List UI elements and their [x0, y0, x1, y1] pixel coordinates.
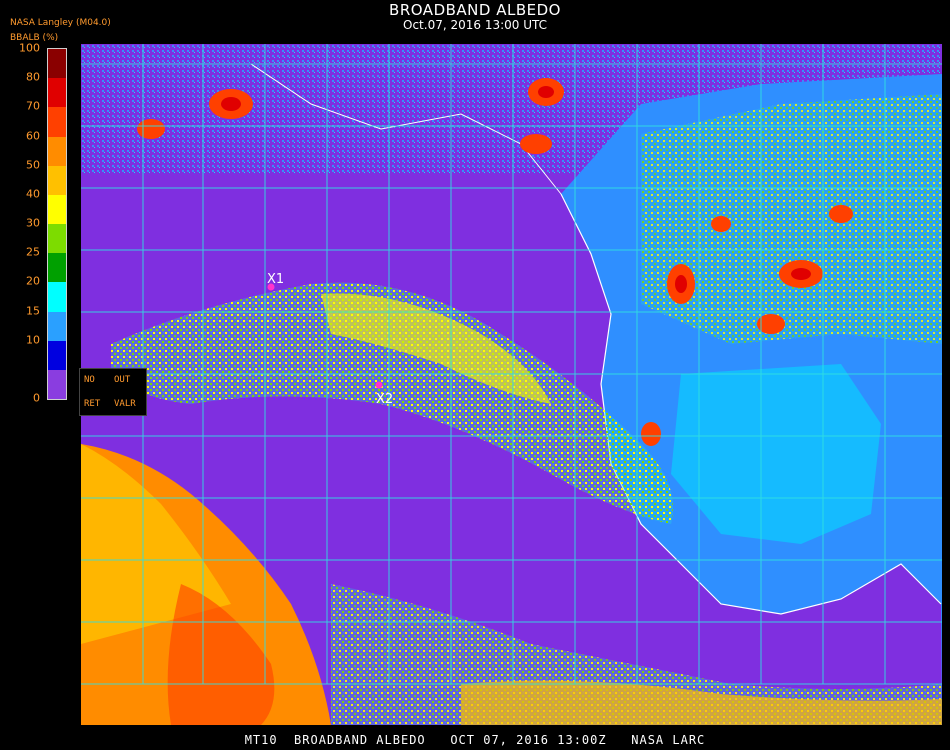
colorbar [47, 48, 67, 400]
legend-valr: VALR [114, 399, 136, 409]
marker-x2-dot [375, 381, 383, 389]
colorbar-tick-label: 30 [26, 216, 40, 230]
colorbar-ticks: 100 80 70 60 50 40 30 25 20 15 10 0 [0, 42, 44, 405]
colorbar-tick-label: 0 [33, 391, 40, 405]
colorbar-tick-label: 60 [26, 129, 40, 142]
colorbar-segment [48, 224, 66, 254]
colorbar-tick-label: 80 [26, 70, 40, 84]
colorbar-segment [48, 165, 66, 195]
inland-cloud-region [641, 94, 942, 344]
colorbar-tick-label: 25 [26, 245, 40, 259]
map-timestamp: Oct.07, 2016 13:00 UTC [403, 18, 547, 32]
marker-x2-label: X2 [376, 392, 393, 407]
legend-no: NO [84, 375, 95, 385]
colorbar-segment [48, 78, 66, 108]
legend-ret: RET [84, 399, 101, 409]
footer-caption: MT10 BROADBAND ALBEDO OCT 07, 2016 13:00… [244, 733, 706, 747]
colorbar-segment [48, 282, 66, 312]
colorbar-tick-label: 50 [26, 158, 40, 172]
colorbar-segment [48, 107, 66, 137]
colorbar-segment [48, 369, 66, 400]
colorbar-tick-label: 15 [26, 304, 40, 317]
colorbar-segment [48, 194, 66, 225]
colorbar-segment [48, 136, 66, 166]
albedo-map-svg: X1 X2 [81, 44, 942, 725]
colorbar-tick-label: 10 [26, 333, 40, 347]
colorbar-segment [48, 340, 66, 370]
colorbar-segment [48, 49, 66, 79]
colorbar-segment [48, 311, 66, 341]
legend-out: OUT [114, 375, 131, 385]
albedo-map: X1 X2 [81, 44, 942, 725]
colorbar-segment [48, 253, 66, 283]
marker-x1-label: X1 [267, 272, 284, 287]
colorbar-tick-label: 70 [26, 99, 40, 113]
colorbar-tick-label: 40 [26, 187, 40, 201]
colorbar-tick-label: 20 [26, 274, 40, 288]
data-legend-box: NO OUT RET VALR [79, 368, 147, 416]
map-title: BROADBAND ALBEDO [389, 1, 561, 19]
source-label: NASA Langley (M04.0) [10, 18, 111, 28]
colorbar-tick-label: 100 [19, 41, 40, 55]
